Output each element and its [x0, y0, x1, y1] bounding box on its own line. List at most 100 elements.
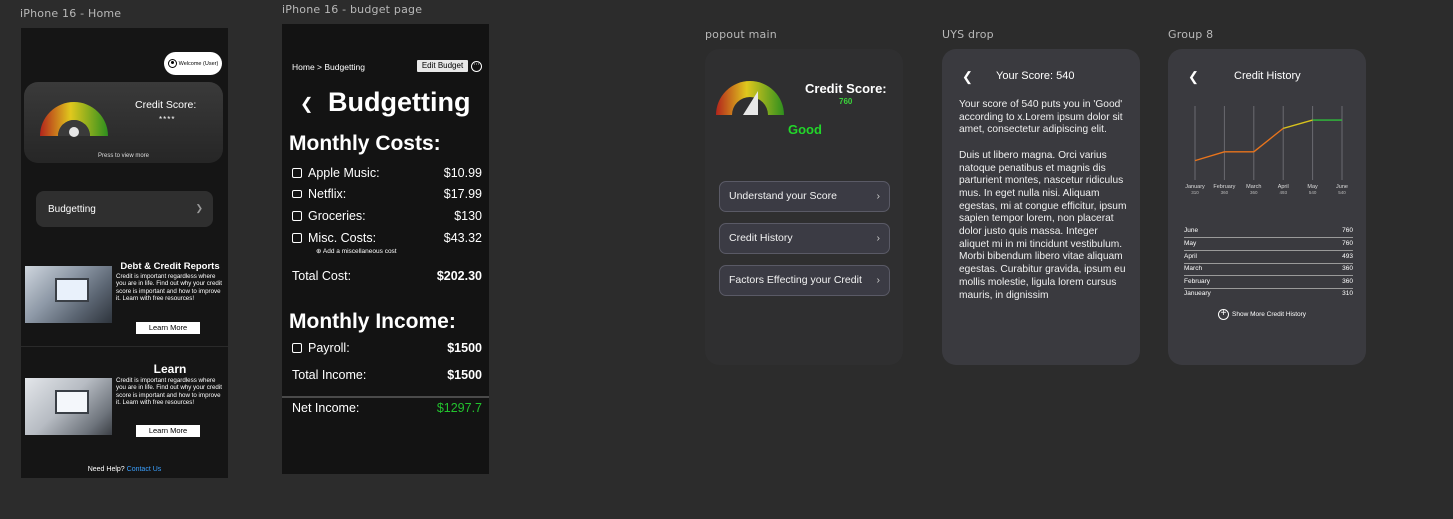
- series-segment: [1283, 119, 1313, 130]
- cost-value: $130: [454, 209, 482, 223]
- budgeting-label: Budgetting: [48, 203, 96, 215]
- total-income-value: $1500: [447, 368, 482, 382]
- contact-us-link[interactable]: Contact Us: [127, 466, 162, 473]
- show-more-history-button[interactable]: + Show More Credit History: [1218, 309, 1306, 320]
- costs-heading: Monthly Costs:: [289, 132, 441, 155]
- article-body: Credit is important regardless where you…: [116, 273, 222, 303]
- credit-score-label: Credit Score:: [805, 81, 887, 96]
- back-icon[interactable]: ❮: [300, 94, 313, 114]
- cost-row-groceries[interactable]: Groceries: $130: [292, 209, 482, 223]
- total-cost-label: Total Cost:: [292, 269, 352, 283]
- cost-row-apple-music[interactable]: Apple Music: $10.99: [292, 166, 482, 180]
- grocery-bag-icon: [292, 211, 302, 221]
- income-label: Payroll:: [308, 341, 350, 355]
- table-row: February 360: [1184, 278, 1353, 285]
- add-misc-cost-button[interactable]: ⊕ Add a miscellaneous cost: [316, 247, 397, 255]
- monitor-icon: [292, 190, 302, 198]
- income-row-payroll[interactable]: Payroll: $1500: [292, 341, 482, 355]
- cost-label: Apple Music:: [308, 166, 380, 180]
- laptop-image: [25, 378, 112, 435]
- plus-circle-icon: +: [1218, 309, 1229, 320]
- card-title: Credit History: [1234, 70, 1301, 82]
- breadcrumb[interactable]: Home > Budgetting: [292, 62, 365, 72]
- press-hint: Press to view more: [97, 153, 149, 159]
- cost-value: $17.99: [443, 187, 482, 201]
- learn-more-button[interactable]: Learn More: [136, 425, 200, 437]
- budgeting-button[interactable]: Budgetting ❯: [36, 191, 213, 227]
- x-tick-value: 540: [1338, 190, 1346, 195]
- frame-label-uys: UYS drop: [942, 28, 994, 41]
- cost-label: Netflix:: [308, 187, 347, 201]
- welcome-button[interactable]: Welcome (User): [164, 52, 222, 75]
- credit-score-value: ****: [159, 115, 176, 124]
- gauge-icon: [40, 102, 108, 137]
- article-debt-credit: Debt & Credit Reports Credit is importan…: [21, 260, 228, 365]
- net-income-label: Net Income:: [292, 401, 360, 415]
- budget-screen: Home > Budgetting Edit Budget ⋯ ❮ Budget…: [282, 24, 489, 474]
- frame-label-budget: iPhone 16 - budget page: [282, 3, 423, 16]
- card-title: Your Score: 540: [996, 70, 1075, 82]
- user-icon: [167, 59, 177, 68]
- article-learn: Learn Credit is important regardless whe…: [21, 361, 228, 466]
- net-income-row: Net Income: $1297.7: [292, 401, 482, 415]
- frame-label-group: Group 8: [1168, 28, 1214, 41]
- bag-icon: [292, 233, 302, 243]
- music-icon: [292, 168, 302, 178]
- cost-row-misc[interactable]: Misc. Costs: $43.32: [292, 231, 482, 245]
- page-title: Budgetting: [328, 87, 471, 117]
- article-title: Learn: [153, 362, 187, 376]
- credit-score-card[interactable]: Credit Score: **** Press to view more: [24, 82, 223, 163]
- frame-label-popout: popout main: [705, 28, 777, 41]
- back-icon[interactable]: ❮: [962, 69, 973, 85]
- add-misc-label: Add a miscellaneous cost: [322, 248, 397, 255]
- understand-score-button[interactable]: Understand your Score ›: [719, 181, 890, 212]
- cost-label: Groceries:: [308, 209, 366, 223]
- help-text: Need Help?: [87, 466, 125, 473]
- table-row: Janueary 310: [1184, 290, 1353, 297]
- total-cost-value: $202.30: [436, 269, 482, 283]
- article-title: Debt & Credit Reports: [120, 261, 220, 272]
- x-tick-value: 493: [1279, 190, 1287, 195]
- wallet-icon: [292, 343, 302, 353]
- factors-button[interactable]: Factors Effecting your Credit ›: [719, 265, 890, 296]
- learn-more-button[interactable]: Learn More: [136, 322, 200, 334]
- home-screen: Welcome (User) Credit Score: **** Press …: [21, 28, 228, 478]
- edit-budget-button[interactable]: Edit Budget: [417, 60, 468, 72]
- income-heading: Monthly Income:: [289, 310, 456, 333]
- gauge-icon: [716, 81, 784, 115]
- chevron-right-icon: ›: [876, 232, 881, 244]
- popout-card: Credit Score: 760 Good Understand your S…: [705, 49, 903, 365]
- button-label: Credit History: [729, 232, 793, 244]
- credit-history-button[interactable]: Credit History ›: [719, 223, 890, 254]
- x-tick-value: 540: [1309, 190, 1317, 195]
- rating-label: Good: [788, 122, 822, 137]
- paragraph: Your score of 540 puts you in 'Good' acc…: [959, 99, 1123, 136]
- back-icon[interactable]: ❮: [1188, 69, 1199, 85]
- button-label: Factors Effecting your Credit: [729, 274, 862, 286]
- frame-label-home: iPhone 16 - Home: [20, 7, 122, 20]
- understand-score-card: ❮ Your Score: 540 Your score of 540 puts…: [942, 49, 1140, 365]
- cost-row-netflix[interactable]: Netflix: $17.99: [292, 187, 482, 201]
- series-segment: [1194, 151, 1225, 162]
- credit-score-value: 760: [839, 97, 853, 106]
- table-row: April 493: [1184, 253, 1353, 260]
- income-value: $1500: [447, 341, 482, 355]
- credit-history-card: ❮ Credit History January 310 February 360 Ma…: [1168, 49, 1366, 365]
- chevron-right-icon: ❯: [195, 203, 203, 213]
- x-tick-value: 360: [1221, 190, 1229, 195]
- x-tick-value: 360: [1250, 190, 1258, 195]
- total-income-label: Total Income:: [292, 368, 367, 382]
- divider: [282, 396, 489, 398]
- credit-score-label: Credit Score:: [135, 99, 197, 111]
- cost-value: $10.99: [443, 166, 482, 180]
- total-cost-row: Total Cost: $202.30: [292, 269, 482, 283]
- chevron-right-icon: ›: [876, 190, 881, 202]
- more-options-icon[interactable]: ⋯: [471, 61, 482, 72]
- series-segment: [1253, 127, 1284, 153]
- button-label: Understand your Score: [729, 190, 837, 202]
- laptop-image: [25, 266, 112, 323]
- table-row: March 360: [1184, 265, 1353, 272]
- net-income-value: $1297.7: [436, 401, 482, 415]
- table-row: June 760: [1184, 227, 1353, 234]
- cost-value: $43.32: [443, 231, 482, 245]
